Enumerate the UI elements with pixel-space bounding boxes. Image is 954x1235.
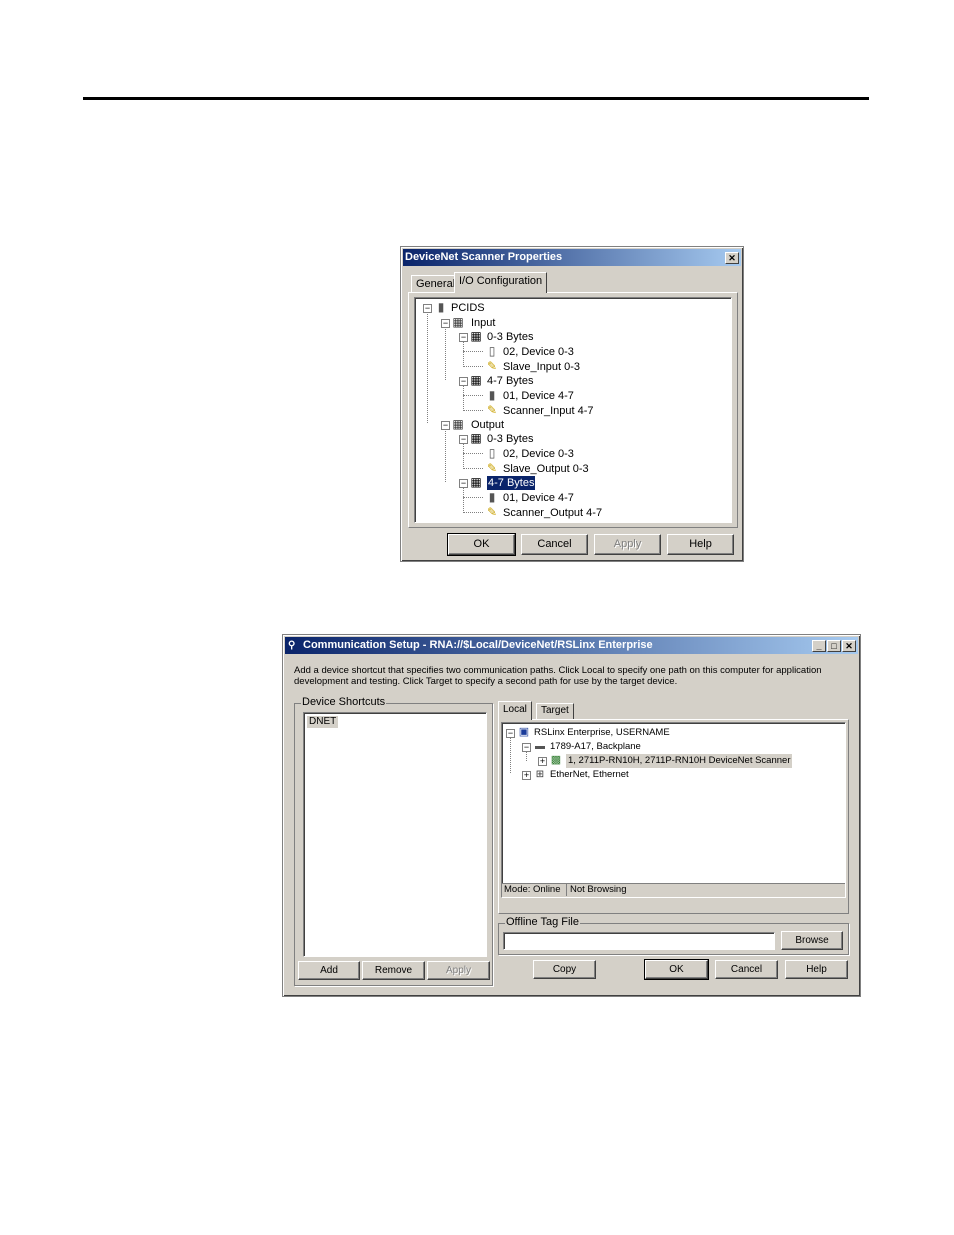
status-mode: Mode: Online	[504, 884, 567, 896]
local-path-panel: − ▣ RSLinx Enterprise, USERNAME − ▬ 1789…	[498, 719, 849, 914]
grid-icon: ▦	[470, 431, 482, 445]
tree-label: 1789-A17, Backplane	[550, 741, 641, 752]
offline-tag-file-label: Offline Tag File	[505, 916, 580, 928]
output-table-icon: ▦	[452, 417, 464, 431]
network-icon: ⊞	[535, 769, 545, 780]
offline-tag-file-input[interactable]	[503, 932, 775, 950]
collapse-icon[interactable]: −	[423, 304, 432, 313]
tag-icon: ✎	[486, 505, 498, 519]
comm-description: Add a device shortcut that specifies two…	[294, 665, 822, 687]
tree-label: 02, Device 0-3	[503, 346, 574, 358]
device-icon: ▮	[488, 388, 496, 402]
tree-label: 0-3 Bytes	[487, 433, 534, 445]
input-table-icon: ▦	[452, 315, 464, 329]
local-path-tree[interactable]: − ▣ RSLinx Enterprise, USERNAME − ▬ 1789…	[501, 722, 846, 898]
tab-target[interactable]: Target	[536, 703, 574, 719]
tree-label-selected: 4-7 Bytes	[485, 475, 537, 491]
grid-icon: ▦	[470, 475, 482, 489]
grid-icon: ▦	[470, 373, 482, 387]
computer-icon: ▣	[518, 726, 530, 738]
cancel-button[interactable]: Cancel	[715, 960, 778, 979]
tree-label: EtherNet, Ethernet	[550, 769, 629, 780]
expand-icon[interactable]: +	[522, 771, 531, 780]
tree-label: PCIDS	[451, 302, 485, 314]
tab-general[interactable]: General	[411, 275, 461, 293]
maximize-icon[interactable]: □	[827, 640, 841, 652]
expand-icon[interactable]: +	[538, 757, 547, 766]
remove-shortcut-button[interactable]: Remove	[362, 961, 425, 980]
status-bar: Mode: Online Not Browsing	[502, 883, 845, 897]
tree-label: 01, Device 4-7	[503, 492, 574, 504]
device-shortcuts-label: Device Shortcuts	[301, 696, 387, 708]
scanner-dialog-title: DeviceNet Scanner Properties	[405, 251, 563, 263]
scanner-dialog-titlebar: DeviceNet Scanner Properties ✕	[403, 249, 741, 266]
io-tree: − ▮ PCIDS − ▦ Input − ▦ 0-3 Bytes ▯ 02, …	[414, 297, 732, 523]
help-button[interactable]: Help	[667, 534, 734, 555]
offline-tag-file-group: Offline Tag File Browse	[498, 916, 849, 955]
device-icon: ▮	[488, 490, 496, 504]
scanner-module-icon: ▩	[550, 754, 562, 766]
tag-icon: ✎	[486, 461, 498, 475]
tab-io-configuration[interactable]: I/O Configuration	[454, 272, 548, 293]
tree-label: RSLinx Enterprise, USERNAME	[534, 727, 670, 738]
tree-label: Scanner_Input 4-7	[503, 405, 594, 417]
apply-button[interactable]: Apply	[594, 534, 661, 555]
collapse-icon[interactable]: −	[459, 377, 468, 386]
collapse-icon[interactable]: −	[441, 319, 450, 328]
browse-button[interactable]: Browse	[781, 931, 843, 950]
collapse-icon[interactable]: −	[459, 435, 468, 444]
grid-icon: ▦	[470, 329, 482, 343]
comm-dialog-titlebar: ⚲ Communication Setup - RNA://$Local/Dev…	[285, 637, 858, 654]
scanner-module-icon: ▮	[437, 300, 445, 314]
apply-shortcut-button[interactable]: Apply	[427, 961, 490, 980]
page-header-rule	[83, 97, 869, 100]
tree-label: Input	[471, 317, 496, 329]
ok-button[interactable]: OK	[644, 959, 709, 980]
tree-label: Output	[471, 419, 505, 431]
tree-label: Scanner_Output 4-7	[503, 507, 603, 519]
close-icon[interactable]: ✕	[842, 640, 856, 652]
tree-label: Slave_Output 0-3	[503, 463, 589, 475]
collapse-icon[interactable]: −	[441, 421, 450, 430]
device-icon: ▯	[488, 446, 496, 460]
status-browsing: Not Browsing	[570, 884, 627, 895]
device-icon: ▯	[488, 344, 496, 358]
tree-label: 0-3 Bytes	[487, 331, 534, 343]
tree-label-selected: 1, 2711P-RN10H, 2711P-RN10H DeviceNet Sc…	[566, 754, 793, 768]
cancel-button[interactable]: Cancel	[521, 534, 588, 555]
scanner-properties-dialog: DeviceNet Scanner Properties ✕ General I…	[400, 246, 744, 562]
tag-icon: ✎	[486, 403, 498, 417]
app-icon: ⚲	[288, 640, 296, 651]
device-shortcuts-group: Device Shortcuts DNET Add Remove Apply	[294, 696, 493, 986]
comm-dialog-title: Communication Setup - RNA://$Local/Devic…	[303, 639, 653, 651]
communication-setup-dialog: ⚲ Communication Setup - RNA://$Local/Dev…	[282, 634, 861, 997]
copy-button[interactable]: Copy	[533, 960, 596, 979]
tree-label: 02, Device 0-3	[503, 448, 574, 460]
io-config-panel: − ▮ PCIDS − ▦ Input − ▦ 0-3 Bytes ▯ 02, …	[408, 292, 738, 528]
collapse-icon[interactable]: −	[459, 479, 468, 488]
tag-icon: ✎	[486, 359, 498, 373]
collapse-icon[interactable]: −	[459, 333, 468, 342]
help-button[interactable]: Help	[785, 960, 848, 979]
minimize-icon[interactable]: _	[812, 640, 826, 652]
close-icon[interactable]: ✕	[725, 252, 739, 264]
tree-label: 4-7 Bytes	[487, 375, 534, 387]
backplane-icon: ▬	[535, 741, 545, 752]
tab-local[interactable]: Local	[498, 701, 532, 720]
tree-label: 01, Device 4-7	[503, 390, 574, 402]
collapse-icon[interactable]: −	[506, 729, 515, 738]
shortcut-item[interactable]: DNET	[307, 716, 339, 728]
ok-button[interactable]: OK	[447, 533, 516, 556]
collapse-icon[interactable]: −	[522, 743, 531, 752]
add-shortcut-button[interactable]: Add	[298, 961, 360, 980]
tree-label: Slave_Input 0-3	[503, 361, 581, 373]
device-shortcuts-list[interactable]: DNET	[303, 712, 487, 957]
